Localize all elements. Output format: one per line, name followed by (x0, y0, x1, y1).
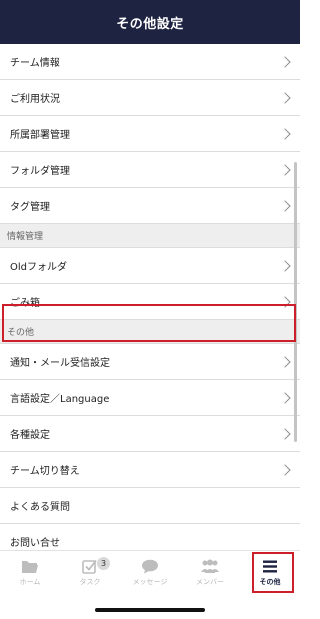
menu-trash[interactable]: ごみ箱 (0, 284, 300, 320)
home-indicator-area (0, 595, 300, 619)
home-indicator[interactable] (95, 608, 205, 612)
menu-label: よくある質問 (10, 502, 70, 513)
chevron-right-icon (279, 355, 291, 368)
menu-label: 所属部署管理 (10, 130, 70, 141)
settings-list: チーム情報 ご利用状況 所属部署管理 フォルダ管理 タグ管理 情報管理 Oldフ… (0, 44, 300, 550)
folder-icon (22, 561, 38, 573)
section-header-other: その他 (0, 320, 300, 344)
menu-label: タグ管理 (10, 202, 50, 213)
menu-usage-status[interactable]: ご利用状況 (0, 80, 300, 116)
menu-language-settings[interactable]: 言語設定／Language (0, 380, 300, 416)
menu-label: ごみ箱 (10, 298, 40, 309)
checkbox-icon (82, 559, 97, 574)
menu-label: 各種設定 (10, 430, 50, 441)
menu-folder-management[interactable]: フォルダ管理 (0, 152, 300, 188)
menu-various-settings[interactable]: 各種設定 (0, 416, 300, 452)
header-bar: その他設定 (0, 0, 300, 44)
chevron-right-icon (279, 427, 291, 440)
menu-tag-management[interactable]: タグ管理 (0, 188, 300, 224)
menu-label: ご利用状況 (10, 94, 60, 105)
tab-task[interactable]: 3 タスク (60, 551, 120, 595)
menu-team-info[interactable]: チーム情報 (0, 44, 300, 80)
tab-member[interactable]: メンバー (180, 551, 240, 595)
menu-old-folder[interactable]: Oldフォルダ (0, 248, 300, 284)
tab-label: メッセージ (132, 578, 168, 586)
menu-department-management[interactable]: 所属部署管理 (0, 116, 300, 152)
tab-label: その他 (259, 578, 281, 586)
speech-bubble-icon (142, 559, 158, 574)
menu-label: チーム切り替え (10, 466, 80, 477)
chevron-right-icon (279, 259, 291, 272)
menu-label: フォルダ管理 (10, 166, 70, 177)
tab-home[interactable]: ホーム (0, 551, 60, 595)
tab-label: タスク (79, 578, 101, 586)
hamburger-menu-icon (263, 560, 277, 573)
chevron-right-icon (279, 391, 291, 404)
menu-label: Oldフォルダ (10, 262, 67, 273)
menu-faq[interactable]: よくある質問 (0, 488, 300, 524)
menu-contact[interactable]: お問い合せ (0, 524, 300, 550)
chevron-right-icon (279, 163, 291, 176)
menu-notification-settings[interactable]: 通知・メール受信設定 (0, 344, 300, 380)
chevron-right-icon (279, 199, 291, 212)
tab-label: ホーム (19, 578, 41, 586)
menu-label: お問い合せ (10, 538, 60, 549)
chevron-right-icon (279, 463, 291, 476)
people-icon (201, 559, 219, 573)
chevron-right-icon (279, 91, 291, 104)
menu-label: 言語設定／Language (10, 394, 110, 405)
task-count-badge: 3 (97, 557, 110, 570)
menu-label: チーム情報 (10, 58, 60, 69)
chevron-right-icon (279, 127, 291, 140)
scrollbar[interactable] (294, 162, 297, 442)
menu-team-switch[interactable]: チーム切り替え (0, 452, 300, 488)
menu-label: 通知・メール受信設定 (10, 358, 110, 369)
section-header-info-management: 情報管理 (0, 224, 300, 248)
tab-label: メンバー (196, 578, 224, 586)
app-screen: その他設定 チーム情報 ご利用状況 所属部署管理 フォルダ管理 タグ管理 情報管… (0, 0, 300, 619)
page-title: その他設定 (116, 16, 184, 32)
chevron-right-icon (279, 295, 291, 308)
tab-other[interactable]: その他 (240, 551, 300, 595)
tab-message[interactable]: メッセージ (120, 551, 180, 595)
chevron-right-icon (279, 55, 291, 68)
bottom-tab-bar: ホーム 3 タスク メッセージ メンバー その他 (0, 550, 300, 595)
